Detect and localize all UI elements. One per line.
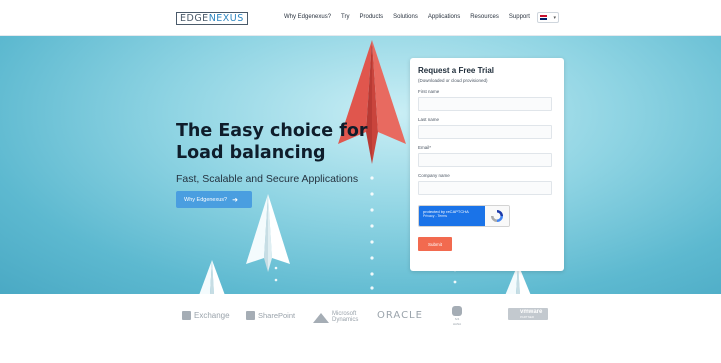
hero-subheadline: Fast, Scalable and Secure Applications (176, 173, 359, 185)
nav-item-why-edgenexus[interactable]: Why Edgenexus? (284, 14, 331, 20)
arrow-right-icon: ➜ (232, 196, 238, 204)
nav-item-resources[interactable]: Resources (470, 14, 499, 20)
free-trial-form: Request a Free Trial (Downloaded or clou… (410, 58, 564, 271)
recaptcha-widget[interactable]: protected by reCAPTCHA Privacy - Terms (418, 205, 510, 227)
exchange-icon (182, 311, 191, 320)
email-field[interactable] (418, 153, 552, 167)
recaptcha-privacy-terms[interactable]: Privacy - Terms (423, 214, 481, 219)
hero-headline: The Easy choice for Load balancing (176, 120, 396, 164)
exchange-logo: Exchange (182, 311, 230, 320)
why-edgenexus-button[interactable]: Why Edgenexus? ➜ (176, 191, 252, 208)
small-paper-plane-icon (199, 260, 225, 294)
partner-logos-strip: Exchange SharePoint Microsoft Dynamics O… (0, 294, 721, 363)
s4-icon (452, 306, 462, 316)
nav-item-applications[interactable]: Applications (428, 14, 460, 20)
vmware-badge: vmware PARTNER (508, 308, 548, 320)
paper-planes-illustration (199, 40, 531, 294)
submit-button[interactable]: Submit (418, 237, 452, 251)
form-subtitle: (Downloaded or cloud provisioned) (418, 78, 488, 83)
main-nav: Why Edgenexus? Try Products Solutions Ap… (284, 14, 530, 20)
dynamics-label-2: Dynamics (332, 317, 359, 323)
s4-label-2: HANA (452, 322, 462, 326)
company-name-label: Company name (418, 173, 450, 178)
language-selector[interactable]: ▾ (537, 12, 559, 23)
headline-line-1: The Easy choice for (176, 121, 368, 141)
first-name-field[interactable] (418, 97, 552, 111)
nav-item-products[interactable]: Products (359, 14, 383, 20)
email-label: Email* (418, 145, 432, 150)
logo-part-nexus: NEXUS (208, 12, 244, 24)
uk-flag-icon (540, 15, 547, 20)
last-name-field[interactable] (418, 125, 552, 139)
nav-item-solutions[interactable]: Solutions (393, 14, 418, 20)
logo-part-edge: EDGE (180, 12, 209, 24)
chevron-down-icon: ▾ (553, 14, 556, 21)
exchange-label: Exchange (194, 311, 230, 320)
microsoft-dynamics-logo: Microsoft Dynamics (313, 311, 358, 323)
s4-label-1: S/4 (454, 317, 460, 321)
recaptcha-logo-icon (485, 206, 509, 226)
headline-line-2: Load balancing (176, 143, 326, 163)
company-name-field[interactable] (418, 181, 552, 195)
vmware-partner-label: PARTNER (520, 315, 535, 319)
form-title: Request a Free Trial (418, 66, 495, 75)
edgenexus-logo[interactable]: EDGE NEXUS (176, 11, 248, 25)
nav-item-support[interactable]: Support (509, 14, 530, 20)
sharepoint-logo: SharePoint (246, 311, 295, 320)
dynamics-icon (313, 313, 329, 323)
oracle-logo: ORACLE (377, 310, 423, 321)
vmware-partner-logo: vmware PARTNER (508, 308, 548, 320)
sap-s4hana-logo: S/4 HANA (452, 306, 462, 326)
sharepoint-label: SharePoint (258, 311, 296, 320)
first-name-label: First name (418, 89, 440, 94)
last-name-label: Last name (418, 117, 440, 122)
white-paper-plane-icon (246, 194, 290, 272)
logo-wordmark: EDGE NEXUS (176, 11, 248, 25)
nav-item-try[interactable]: Try (341, 14, 349, 20)
top-navigation-bar: EDGE NEXUS Why Edgenexus? Try Products So… (0, 0, 721, 36)
recaptcha-text: protected by reCAPTCHA Privacy - Terms (419, 206, 485, 226)
cta-label: Why Edgenexus? (184, 196, 228, 203)
hero-section: The Easy choice for Load balancing Fast,… (0, 36, 721, 294)
sharepoint-icon (246, 311, 255, 320)
